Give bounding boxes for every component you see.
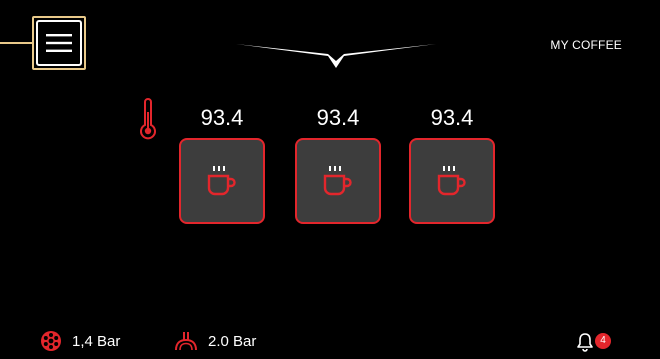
pump-pressure-value: 1,4 Bar <box>72 332 121 350</box>
thermometer-icon <box>140 98 156 140</box>
coffee-cup-icon <box>437 166 466 196</box>
boiler-pressure-value: 2.0 Bar <box>208 332 257 350</box>
coffee-machine-screen: MY COFFEE 93.4 93.4 93.4 1,4 Bar 2.0 Bar… <box>0 0 660 359</box>
group-2-brew-button[interactable] <box>295 138 381 224</box>
hamburger-menu-icon <box>36 20 82 66</box>
group-temperature: 93.4 <box>316 105 360 130</box>
notifications-button[interactable]: 4 <box>576 331 616 355</box>
coffee-cup-icon <box>207 166 236 196</box>
boiler-pressure-status: 2.0 Bar <box>174 330 256 352</box>
group-temperature: 93.4 <box>200 105 244 130</box>
group-3-brew-button[interactable] <box>409 138 495 224</box>
group-2: 93.4 <box>295 104 381 224</box>
menu-button[interactable] <box>32 16 86 70</box>
notification-count-badge: 4 <box>595 333 611 349</box>
pump-wheel-icon <box>41 331 61 351</box>
group-1: 93.4 <box>179 104 265 224</box>
highlight-callout-line <box>0 42 32 44</box>
coffee-cup-icon <box>323 166 352 196</box>
group-temperature: 93.4 <box>430 105 474 130</box>
group-3: 93.4 <box>409 104 495 224</box>
page-title: MY COFFEE <box>550 38 622 52</box>
group-1-brew-button[interactable] <box>179 138 265 224</box>
steam-pressure-icon <box>175 332 197 351</box>
bell-icon <box>577 333 593 352</box>
pump-pressure-status: 1,4 Bar <box>40 330 120 352</box>
wings-logo-icon <box>236 44 436 68</box>
